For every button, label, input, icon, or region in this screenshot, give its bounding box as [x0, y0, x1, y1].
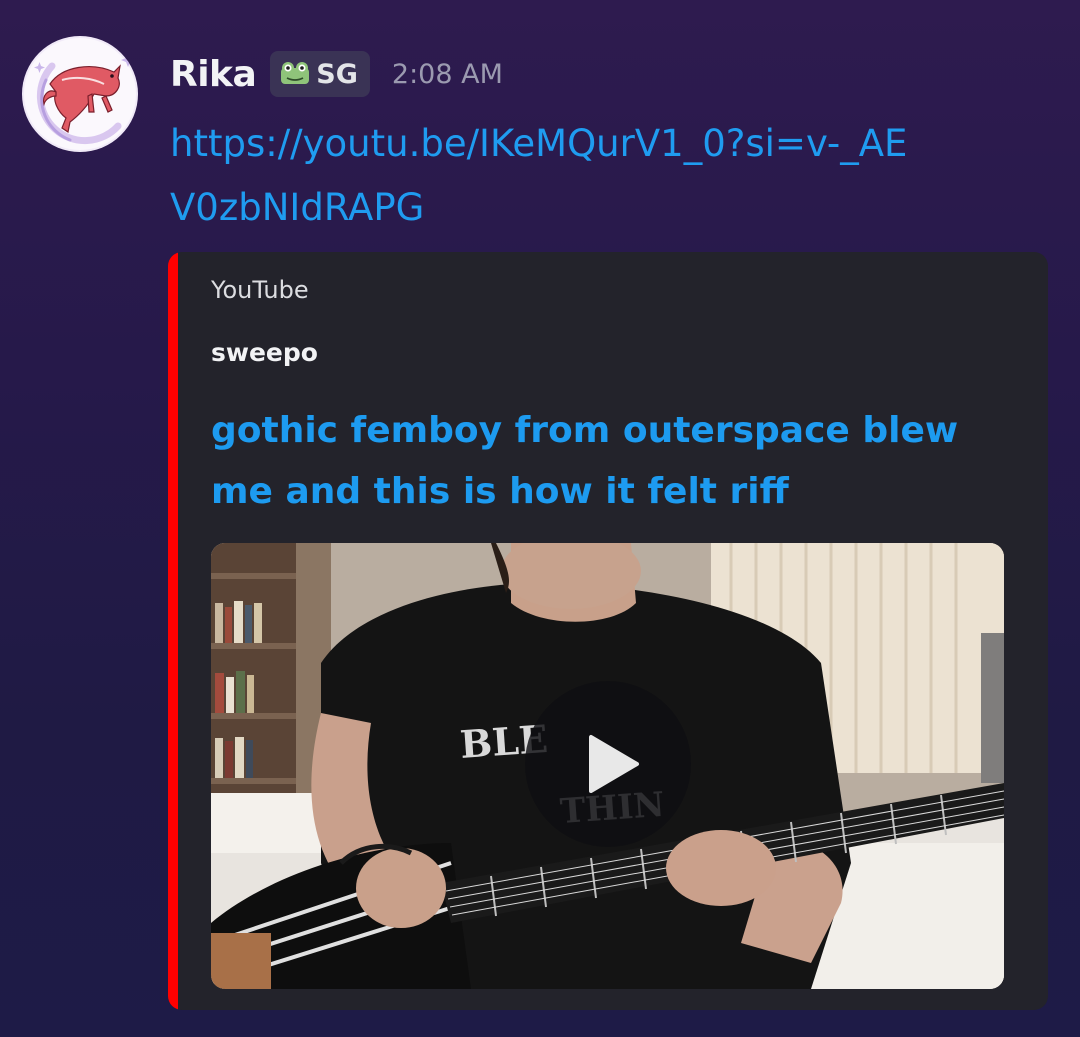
chat-message: Rika SG 2:08 AM https://youtu.be/IKeMQur…	[0, 0, 1080, 1037]
avatar[interactable]	[22, 36, 138, 152]
username[interactable]: Rika	[170, 54, 257, 95]
message-header: Rika SG 2:08 AM	[170, 50, 503, 98]
youtube-embed: YouTube sweepo gothic femboy from outers…	[168, 252, 1048, 1010]
timestamp[interactable]: 2:08 AM	[392, 59, 503, 90]
fox-avatar-icon	[24, 38, 136, 150]
server-tag-badge[interactable]: SG	[270, 51, 370, 97]
play-button[interactable]	[525, 681, 691, 847]
server-tag-text: SG	[316, 58, 358, 90]
frog-icon	[281, 62, 310, 84]
video-thumbnail[interactable]: BLE THIN	[211, 543, 1004, 989]
embed-provider[interactable]: YouTube	[211, 276, 309, 304]
embed-accent-bar	[168, 252, 178, 1010]
youtube-link[interactable]: https://youtu.be/IKeMQurV1_0?si=v-_AEV0z…	[170, 112, 930, 240]
play-icon	[589, 735, 639, 793]
video-title-link[interactable]: gothic femboy from outerspace blew me an…	[211, 400, 1001, 522]
embed-author[interactable]: sweepo	[211, 338, 318, 367]
